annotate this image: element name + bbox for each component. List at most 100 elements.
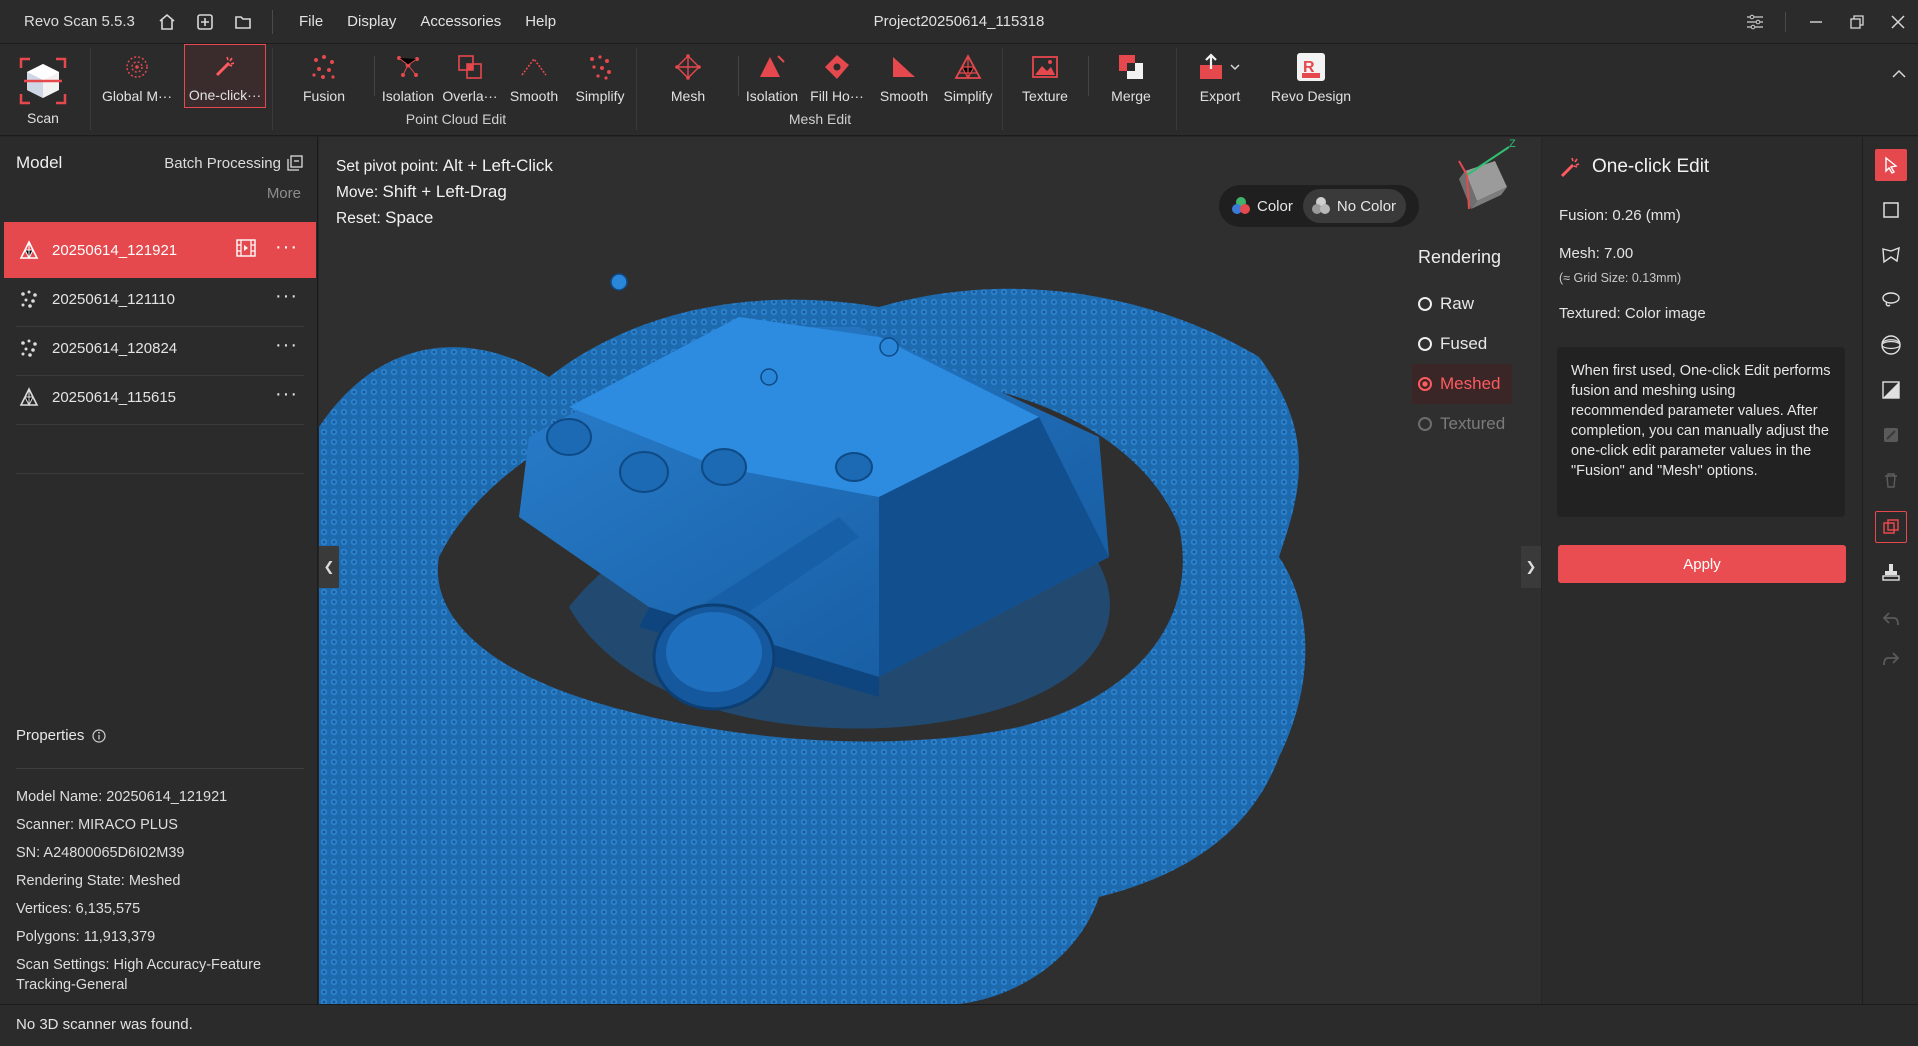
fill-holes-button[interactable]: Fill Ho···: [804, 44, 870, 108]
more-link[interactable]: More: [0, 185, 317, 202]
simplify-dots-icon: [585, 52, 615, 82]
rendering-textured[interactable]: Textured: [1418, 404, 1538, 444]
global-mapping-button[interactable]: Global M···: [98, 44, 176, 108]
export-button[interactable]: Export: [1186, 44, 1254, 108]
3d-viewport[interactable]: Color No Color Z Rendering Raw Fused Mes…: [319, 137, 1541, 1004]
plane-cut-button[interactable]: [1875, 374, 1907, 406]
undo-button[interactable]: [1875, 603, 1907, 635]
rendering-raw[interactable]: Raw: [1418, 284, 1538, 324]
divider: [90, 48, 91, 130]
mesh-simplify-button[interactable]: Simplify: [936, 44, 1000, 108]
mesh-button[interactable]: Mesh: [650, 44, 726, 108]
color-toggle[interactable]: Color No Color: [1219, 185, 1419, 227]
menu-accessories[interactable]: Accessories: [420, 13, 501, 30]
status-bar: No 3D scanner was found.: [0, 1004, 1918, 1046]
batch-processing-button[interactable]: Batch Processing: [164, 155, 303, 172]
color-dots-icon: [1232, 197, 1250, 214]
menu-help[interactable]: Help: [525, 13, 556, 30]
info-icon[interactable]: [92, 728, 106, 743]
menu-display[interactable]: Display: [347, 13, 396, 30]
model-row[interactable]: 20250614_115615 ···: [4, 369, 316, 425]
new-project-icon[interactable]: [190, 7, 220, 37]
prop-sn: SN: A24800065D6I02M39: [16, 845, 185, 861]
menu-file[interactable]: File: [299, 13, 323, 30]
navigation-hints: Set pivot point: Alt + Left-Click Move: …: [336, 153, 553, 231]
view-cube[interactable]: Z: [1437, 137, 1527, 229]
layers-button[interactable]: [1875, 511, 1907, 543]
cursor-icon: [1885, 156, 1898, 174]
divider: [16, 473, 304, 474]
pc-isolation-button[interactable]: Isolation: [378, 44, 438, 108]
merge-label: Merge: [1111, 88, 1151, 104]
invert-selection-button[interactable]: [1875, 419, 1907, 451]
mesh-isolation-button[interactable]: Isolation: [742, 44, 802, 108]
hint-pivot-line: Set pivot point: Alt + Left-Click: [336, 153, 553, 179]
rendering-fused[interactable]: Fused: [1418, 324, 1538, 364]
model-row-active[interactable]: 20250614_121921 ···: [4, 222, 316, 278]
polygon-select-button[interactable]: [1875, 239, 1907, 271]
close-icon[interactable]: [1877, 0, 1918, 44]
mesh-icon: [673, 52, 703, 82]
pc-simplify-button[interactable]: Simplify: [568, 44, 632, 108]
divider: [636, 48, 637, 130]
redo-button[interactable]: [1875, 643, 1907, 675]
pc-fusion-button[interactable]: Fusion: [284, 44, 364, 108]
mesh-isolation-icon: [757, 52, 787, 82]
film-strip-icon[interactable]: [236, 239, 256, 261]
batch-icon: [287, 155, 303, 171]
global-mapping-label: Global M···: [101, 88, 172, 104]
select-cursor-button[interactable]: [1875, 149, 1907, 181]
rendering-meshed-label: Meshed: [1440, 374, 1501, 393]
rendering-textured-label: Textured: [1440, 414, 1506, 433]
stamp-button[interactable]: [1875, 556, 1907, 588]
no-color-option[interactable]: No Color: [1302, 189, 1407, 223]
revo-design-button[interactable]: R Revo Design: [1266, 44, 1356, 108]
collapse-left-panel-button[interactable]: ❮: [319, 546, 339, 588]
pc-fusion-label: Fusion: [302, 88, 346, 104]
texture-button[interactable]: Texture: [1010, 44, 1080, 108]
lasso-select-button[interactable]: [1875, 284, 1907, 316]
divider: [1002, 48, 1003, 130]
more-options-icon[interactable]: ···: [275, 335, 298, 355]
pc-isolation-label: Isolation: [381, 88, 435, 104]
scanned-model-mesh[interactable]: [319, 137, 1541, 1004]
magic-wand-icon: [1560, 157, 1580, 178]
collapse-ribbon-icon[interactable]: [1892, 66, 1906, 83]
merge-button[interactable]: Merge: [1096, 44, 1166, 108]
rendering-meshed[interactable]: Meshed: [1412, 364, 1512, 404]
pc-smooth-button[interactable]: Smooth: [504, 44, 564, 108]
model-row[interactable]: 20250614_120824 ···: [4, 320, 316, 376]
more-options-icon[interactable]: ···: [275, 384, 298, 404]
texture-image-icon: [1030, 52, 1060, 82]
fill-holes-label: Fill Ho···: [810, 88, 864, 104]
model-name: 20250614_121921: [52, 241, 178, 259]
sphere-select-button[interactable]: [1875, 329, 1907, 361]
mesh-smooth-button[interactable]: Smooth: [872, 44, 936, 108]
color-option[interactable]: Color: [1223, 189, 1303, 223]
invert-icon: [1884, 428, 1898, 442]
divider: [272, 48, 273, 130]
one-click-edit-button[interactable]: One-click···: [184, 44, 266, 108]
undo-icon: [1882, 612, 1899, 626]
collapse-right-panel-button[interactable]: ❯: [1521, 546, 1541, 588]
mesh-simplify-icon: [953, 52, 983, 82]
divider: [374, 56, 375, 96]
restore-icon[interactable]: [1836, 0, 1877, 44]
apply-button[interactable]: Apply: [1558, 545, 1846, 583]
hint-reset-shortcut: Space: [385, 208, 434, 227]
delete-button[interactable]: [1875, 464, 1907, 496]
pc-simplify-label: Simplify: [575, 88, 625, 104]
mesh-simplify-label: Simplify: [943, 88, 993, 104]
scan-button[interactable]: Scan: [10, 44, 76, 130]
more-options-icon[interactable]: ···: [275, 286, 298, 306]
grid-size-value: (≈ Grid Size: 0.13mm): [1559, 271, 1682, 285]
home-icon[interactable]: [152, 7, 182, 37]
pc-overlap-button[interactable]: Overla···: [440, 44, 500, 108]
rect-select-button[interactable]: [1875, 194, 1907, 226]
open-folder-icon[interactable]: [228, 7, 258, 37]
model-row[interactable]: 20250614_121110 ···: [4, 271, 316, 327]
settings-sliders-icon[interactable]: [1734, 0, 1775, 44]
fill-holes-icon: [822, 52, 852, 82]
more-options-icon[interactable]: ···: [275, 237, 298, 257]
minimize-icon[interactable]: [1795, 0, 1836, 44]
